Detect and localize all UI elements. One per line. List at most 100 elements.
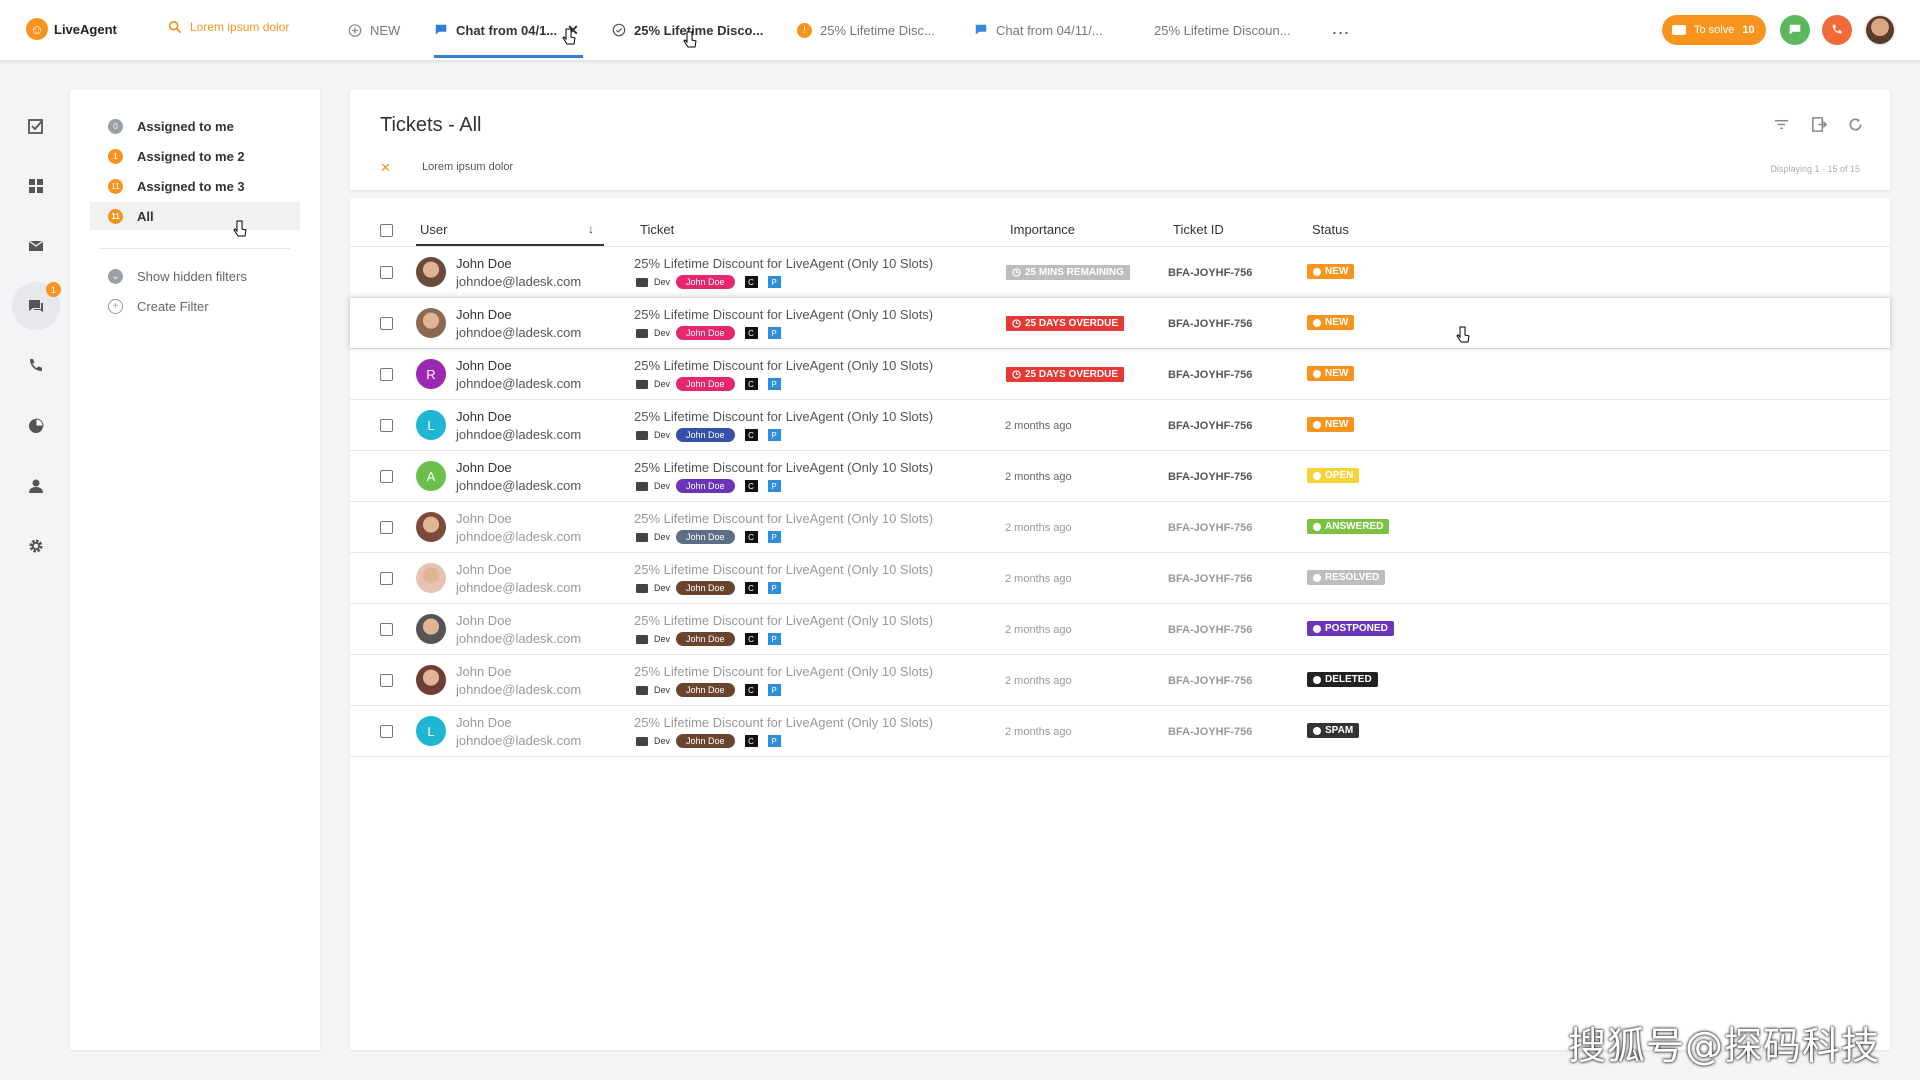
customer-name[interactable]: John Doe: [456, 358, 512, 373]
refresh-icon[interactable]: [1847, 116, 1864, 133]
to-solve-button[interactable]: To solve 10: [1662, 15, 1766, 45]
avatar[interactable]: [416, 614, 446, 644]
app-logo[interactable]: ☺ LiveAgent: [26, 18, 117, 40]
customer-name[interactable]: John Doe: [456, 460, 512, 475]
filter-assigned-to-me-2[interactable]: 1 Assigned to me 2: [90, 142, 300, 170]
ticket-id[interactable]: BFA-JOYHF-756: [1168, 522, 1252, 534]
nav-calls-phone-icon[interactable]: [26, 356, 46, 376]
ticket-subject[interactable]: 25% Lifetime Discount for LiveAgent (Onl…: [634, 511, 933, 526]
row-checkbox[interactable]: [380, 266, 393, 279]
avatar[interactable]: [416, 512, 446, 542]
row-checkbox[interactable]: [380, 623, 393, 636]
ticket-subject[interactable]: 25% Lifetime Discount for LiveAgent (Onl…: [634, 307, 933, 322]
filter-all[interactable]: 11 All: [90, 202, 300, 230]
avatar[interactable]: L: [416, 410, 446, 440]
search-box[interactable]: Lorem ipsum dolor: [168, 20, 289, 34]
tab-chat-active[interactable]: Chat from 04/1... ✕: [434, 0, 583, 60]
ticket-subject[interactable]: 25% Lifetime Discount for LiveAgent (Onl…: [634, 664, 933, 679]
ticket-id[interactable]: BFA-JOYHF-756: [1168, 624, 1252, 636]
tab-chat-2[interactable]: Chat from 04/11/...: [974, 0, 1103, 60]
active-filter-text: Lorem ipsum dolor: [422, 161, 514, 173]
ticket-id[interactable]: BFA-JOYHF-756: [1168, 573, 1252, 585]
column-header-status[interactable]: Status: [1312, 222, 1349, 237]
show-hidden-filters-link[interactable]: ⌄ Show hidden filters: [90, 262, 300, 290]
avatar[interactable]: A: [416, 461, 446, 491]
table-row[interactable]: A John Doe johndoe@ladesk.com 25% Lifeti…: [350, 450, 1890, 501]
table-row[interactable]: R John Doe johndoe@ladesk.com 25% Lifeti…: [350, 348, 1890, 399]
table-row[interactable]: John Doe johndoe@ladesk.com 25% Lifetime…: [350, 297, 1890, 348]
table-row[interactable]: John Doe johndoe@ladesk.com 25% Lifetime…: [350, 603, 1890, 654]
filter-icon[interactable]: [1773, 116, 1790, 133]
customer-name[interactable]: John Doe: [456, 409, 512, 424]
row-checkbox[interactable]: [380, 572, 393, 585]
nav-chat-icon[interactable]: [26, 296, 46, 316]
customer-name[interactable]: John Doe: [456, 511, 512, 526]
row-checkbox[interactable]: [380, 317, 393, 330]
export-icon[interactable]: [1810, 116, 1827, 133]
ticket-subject[interactable]: 25% Lifetime Discount for LiveAgent (Onl…: [634, 613, 933, 628]
row-checkbox[interactable]: [380, 419, 393, 432]
table-row[interactable]: L John Doe johndoe@ladesk.com 25% Lifeti…: [350, 705, 1890, 756]
tab-ticket-1[interactable]: 25% Lifetime Disco...: [612, 0, 763, 60]
filter-assigned-to-me[interactable]: 0 Assigned to me: [90, 112, 300, 140]
table-row[interactable]: John Doe johndoe@ladesk.com 25% Lifetime…: [350, 246, 1890, 297]
customer-name[interactable]: John Doe: [456, 256, 512, 271]
avatar[interactable]: [416, 308, 446, 338]
row-checkbox[interactable]: [380, 674, 393, 687]
table-row[interactable]: John Doe johndoe@ladesk.com 25% Lifetime…: [350, 501, 1890, 552]
column-header-user[interactable]: User: [420, 222, 447, 237]
column-header-ticket[interactable]: Ticket: [640, 222, 674, 237]
avatar[interactable]: [416, 563, 446, 593]
nav-dashboard-icon[interactable]: [26, 176, 46, 196]
row-checkbox[interactable]: [380, 521, 393, 534]
tab-ticket-3[interactable]: 25% Lifetime Discoun...: [1154, 0, 1291, 60]
avatar[interactable]: R: [416, 359, 446, 389]
ticket-subject[interactable]: 25% Lifetime Discount for LiveAgent (Onl…: [634, 409, 933, 424]
ticket-id[interactable]: BFA-JOYHF-756: [1168, 318, 1252, 330]
nav-tasks-icon[interactable]: [26, 116, 46, 136]
table-row[interactable]: John Doe johndoe@ladesk.com 25% Lifetime…: [350, 552, 1890, 603]
ticket-subject[interactable]: 25% Lifetime Discount for LiveAgent (Onl…: [634, 460, 933, 475]
avatar[interactable]: L: [416, 716, 446, 746]
table-row[interactable]: John Doe johndoe@ladesk.com 25% Lifetime…: [350, 654, 1890, 705]
more-tabs-button[interactable]: ...: [1332, 18, 1350, 39]
create-filter-link[interactable]: + Create Filter: [90, 292, 300, 320]
row-checkbox[interactable]: [380, 725, 393, 738]
avatar[interactable]: [416, 257, 446, 287]
call-status-button[interactable]: [1822, 15, 1852, 45]
ticket-subject[interactable]: 25% Lifetime Discount for LiveAgent (Onl…: [634, 256, 933, 271]
customer-name[interactable]: John Doe: [456, 664, 512, 679]
column-header-importance[interactable]: Importance: [1010, 222, 1075, 237]
tab-new[interactable]: NEW: [348, 0, 400, 60]
filter-assigned-to-me-3[interactable]: 11 Assigned to me 3: [90, 172, 300, 200]
ticket-subject[interactable]: 25% Lifetime Discount for LiveAgent (Onl…: [634, 358, 933, 373]
customer-name[interactable]: John Doe: [456, 613, 512, 628]
column-header-ticket-id[interactable]: Ticket ID: [1173, 222, 1224, 237]
ticket-subject[interactable]: 25% Lifetime Discount for LiveAgent (Onl…: [634, 562, 933, 577]
customer-name[interactable]: John Doe: [456, 562, 512, 577]
tab-ticket-2[interactable]: ! 25% Lifetime Disc...: [797, 0, 935, 60]
sort-descending-icon[interactable]: ↓: [588, 222, 594, 236]
row-checkbox[interactable]: [380, 368, 393, 381]
remove-filter-icon[interactable]: ✕: [380, 160, 391, 176]
select-all-checkbox[interactable]: [380, 224, 393, 237]
ticket-id[interactable]: BFA-JOYHF-756: [1168, 726, 1252, 738]
user-avatar[interactable]: [1864, 14, 1896, 46]
customer-email: johndoe@ladesk.com: [456, 325, 582, 340]
row-checkbox[interactable]: [380, 470, 393, 483]
ticket-id[interactable]: BFA-JOYHF-756: [1168, 675, 1252, 687]
avatar[interactable]: [416, 665, 446, 695]
customer-name[interactable]: John Doe: [456, 715, 512, 730]
ticket-subject[interactable]: 25% Lifetime Discount for LiveAgent (Onl…: [634, 715, 933, 730]
ticket-id[interactable]: BFA-JOYHF-756: [1168, 420, 1252, 432]
customer-name[interactable]: John Doe: [456, 307, 512, 322]
ticket-id[interactable]: BFA-JOYHF-756: [1168, 471, 1252, 483]
nav-settings-gear-icon[interactable]: [26, 536, 46, 556]
ticket-id[interactable]: BFA-JOYHF-756: [1168, 369, 1252, 381]
nav-contacts-person-icon[interactable]: [26, 476, 46, 496]
nav-tickets-mail-icon[interactable]: [26, 236, 46, 256]
chat-status-button[interactable]: [1780, 15, 1810, 45]
table-row[interactable]: L John Doe johndoe@ladesk.com 25% Lifeti…: [350, 399, 1890, 450]
nav-reports-pie-icon[interactable]: [26, 416, 46, 436]
ticket-id[interactable]: BFA-JOYHF-756: [1168, 267, 1252, 279]
